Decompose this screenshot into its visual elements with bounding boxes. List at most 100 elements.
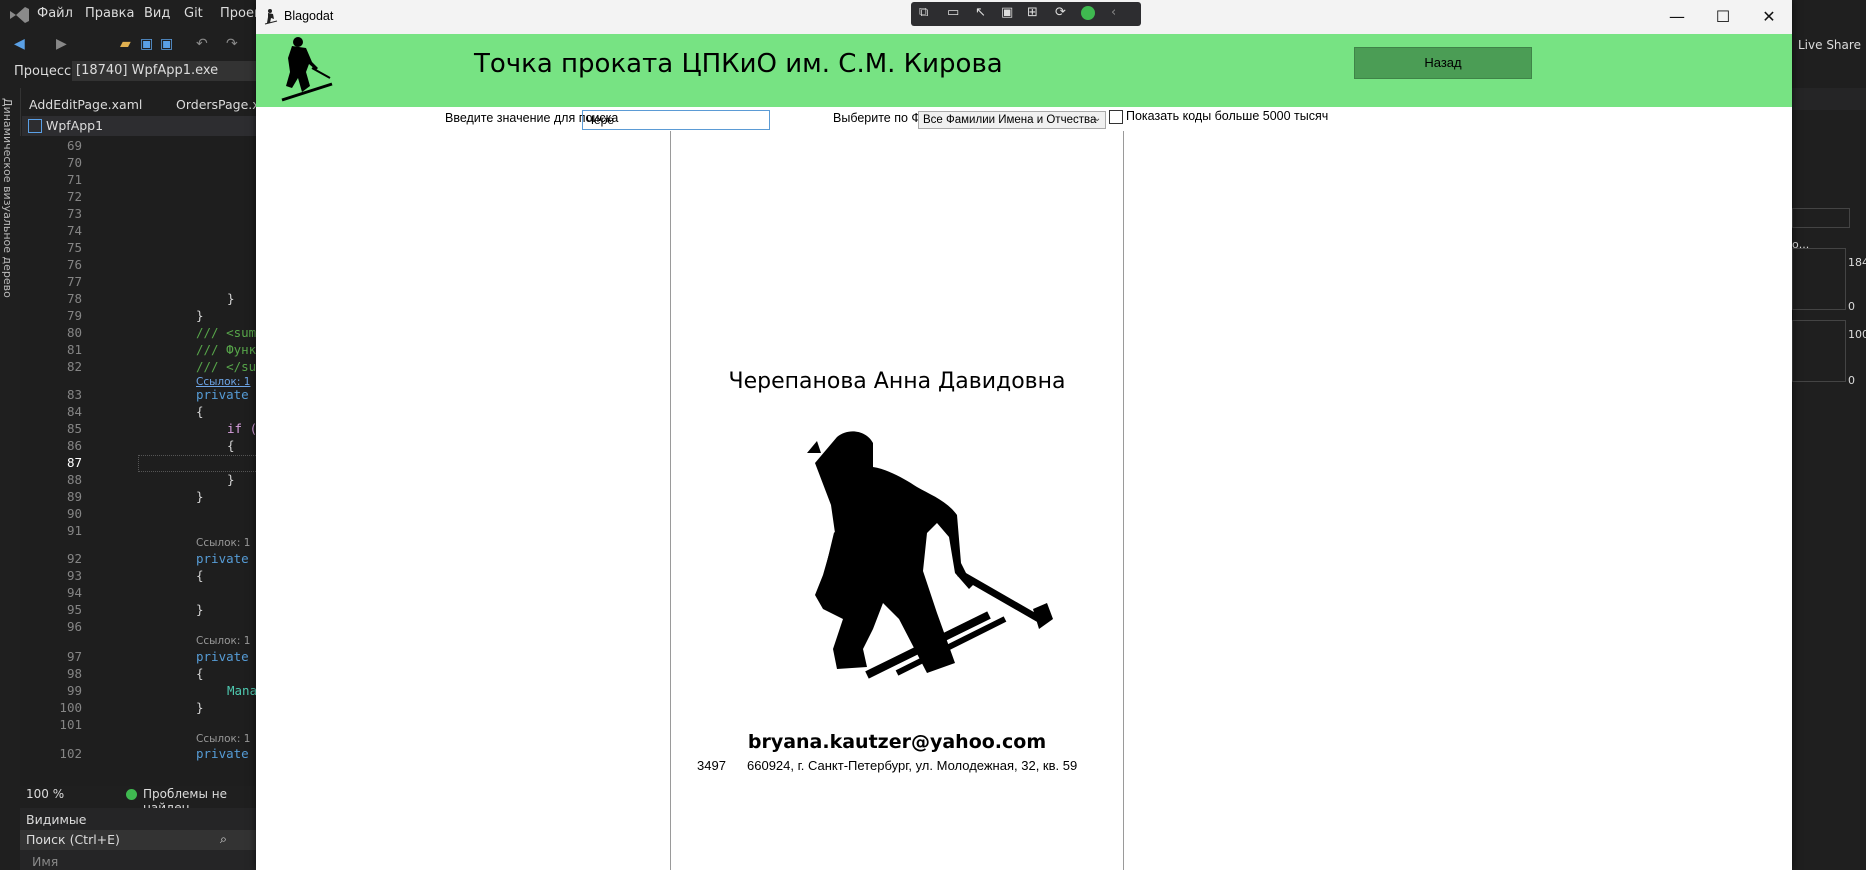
client-list[interactable]: Черепанова Анна Давидовна bryana.kautzer…	[670, 131, 1124, 870]
collapse-icon[interactable]: ‹	[1111, 5, 1116, 20]
code-reference: Ссылок: 1	[196, 537, 251, 549]
graph-value: 0	[1848, 374, 1855, 387]
line-number: 89	[66, 489, 82, 504]
adorner-icon[interactable]: ▣	[1001, 5, 1013, 20]
line-number: 101	[59, 717, 82, 732]
vs-left-strip: Динамическое визуальное дерево	[0, 88, 21, 788]
code-line: }	[196, 308, 204, 323]
vs-menu-edit[interactable]: Правка	[85, 6, 134, 21]
back-button[interactable]: Назад	[1354, 47, 1532, 79]
code-line: {	[196, 568, 204, 583]
maximize-icon[interactable]: ☐	[1700, 0, 1746, 34]
code-line: }	[196, 489, 204, 504]
line-number: 75	[66, 240, 82, 255]
code-line: }	[196, 602, 204, 617]
editor-status-bar: 100 % Проблемы не найден	[20, 786, 260, 815]
panel-search-placeholder: Поиск (Ctrl+E)	[26, 832, 120, 847]
vs-process-bar: Процесс: [18740] WpfApp1.exe	[0, 58, 266, 86]
client-name: Черепанова Анна Давидовна	[728, 369, 1066, 394]
hot-reload-icon[interactable]: ⟳	[1055, 5, 1066, 20]
vs-logo-icon	[10, 7, 29, 23]
panel-column-name: Имя	[32, 854, 59, 869]
wpf-debug-toolbar: ⧉ ▭ ↖ ▣ ⊞ ⟳ ‹	[911, 2, 1141, 26]
redo-icon[interactable]: ↷	[226, 36, 238, 52]
forward-nav-icon[interactable]: ▶	[56, 36, 67, 52]
code-line: /// Функ	[196, 342, 257, 357]
solution-bar: WpfApp1	[22, 116, 260, 136]
search-input-value: Чере	[586, 113, 615, 127]
app-header: Точка проката ЦПКиО им. С.М. Кирова	[256, 34, 1792, 107]
status-ok-icon	[1081, 6, 1095, 20]
checkbox-label: Показать коды больше 5000 тысяч	[1126, 109, 1329, 123]
line-number: 82	[66, 359, 82, 374]
code-line: private	[196, 551, 249, 566]
pointer-icon[interactable]: ↖	[975, 5, 986, 20]
live-visual-tree-tab[interactable]: Динамическое визуальное дерево	[1, 98, 14, 298]
fio-select[interactable]: Все Фамилии Имена и Отчества ⌄	[918, 111, 1106, 129]
skier-small-icon	[264, 9, 278, 25]
window-titlebar[interactable]: Blagodat ⧉ ▭ ↖ ▣ ⊞ ⟳ ‹ — ☐ ✕	[256, 0, 1792, 34]
code-editor[interactable]: 69 70 71 72 73 74 75 76 77 78 79 80 81 8…	[20, 136, 262, 786]
list-item[interactable]: Черепанова Анна Давидовна bryana.kautzer…	[671, 131, 1123, 870]
code-line: /// </su	[196, 359, 257, 374]
process-select[interactable]: [18740] WpfApp1.exe	[72, 61, 266, 81]
app-window: Blagodat ⧉ ▭ ↖ ▣ ⊞ ⟳ ‹ — ☐ ✕ Точка прока…	[256, 0, 1792, 870]
back-nav-icon[interactable]: ◀	[14, 36, 25, 52]
code-line: if (	[227, 421, 258, 436]
line-number: 86	[66, 438, 82, 453]
graph-value: 100	[1848, 328, 1866, 341]
window-title: Blagodat	[284, 9, 334, 23]
layout-icon[interactable]: ⊞	[1027, 5, 1038, 20]
right-panel-header	[1792, 88, 1866, 110]
minimize-icon[interactable]: —	[1654, 0, 1700, 34]
line-number: 93	[66, 568, 82, 583]
vs-right-panel: Live Share о... 184 0 100 0	[1792, 38, 1866, 870]
code-reference: Ссылок: 1	[196, 733, 251, 745]
line-number: 99	[66, 683, 82, 698]
tab-addeditpage[interactable]: AddEditPage.xaml	[29, 97, 142, 112]
client-email: bryana.kautzer@yahoo.com	[747, 731, 1047, 753]
client-photo-skier	[807, 431, 1053, 679]
code-line: Mana	[227, 683, 258, 698]
graph-value: 184	[1848, 256, 1866, 269]
panel-title: Видимые	[26, 812, 87, 827]
code-line: }	[196, 700, 204, 715]
save-icon[interactable]: ▣	[140, 36, 153, 52]
search-input[interactable]: Чере	[582, 110, 770, 130]
zoom-level[interactable]: 100 %	[26, 787, 64, 801]
panel-search-box[interactable]: Поиск (Ctrl+E) ⌕	[20, 830, 260, 850]
open-folder-icon[interactable]: ▰	[120, 36, 131, 52]
project-icon	[28, 119, 42, 133]
code-reference: Ссылок: 1	[196, 635, 251, 647]
line-number: 72	[66, 189, 82, 204]
skier-logo-icon	[281, 37, 333, 102]
select-element-icon[interactable]: ⧉	[919, 5, 928, 20]
undo-icon[interactable]: ↶	[196, 36, 208, 52]
vs-menu-file[interactable]: Файл	[37, 6, 73, 21]
save-all-icon[interactable]: ▣	[160, 36, 173, 52]
line-number: 90	[66, 506, 82, 521]
solution-name: WpfApp1	[46, 118, 104, 133]
codes-checkbox[interactable]	[1109, 110, 1123, 124]
line-number: 81	[66, 342, 82, 357]
record-icon[interactable]: ▭	[947, 5, 959, 20]
line-number: 98	[66, 666, 82, 681]
line-number: 83	[66, 387, 82, 402]
close-icon[interactable]: ✕	[1746, 0, 1792, 34]
vs-menu-view[interactable]: Вид	[144, 6, 170, 21]
vs-menu-git[interactable]: Git	[184, 6, 203, 21]
line-number: 96	[66, 619, 82, 634]
chevron-down-icon: ⌄	[1093, 113, 1102, 124]
graph-value: 0	[1848, 300, 1855, 313]
live-share-button[interactable]: Live Share	[1798, 38, 1861, 52]
line-number: 100	[59, 700, 82, 715]
code-line: {	[227, 438, 235, 453]
search-icon[interactable]: ⌕	[220, 831, 227, 847]
fio-select-value: Все Фамилии Имена и Отчества	[923, 114, 1097, 126]
line-number: 84	[66, 404, 82, 419]
line-number: 91	[66, 523, 82, 538]
check-icon	[126, 789, 137, 800]
right-panel-field[interactable]	[1792, 208, 1850, 228]
line-number: 80	[66, 325, 82, 340]
client-address: 660924, г. Санкт-Петербург, ул. Молодежн…	[747, 758, 1078, 773]
